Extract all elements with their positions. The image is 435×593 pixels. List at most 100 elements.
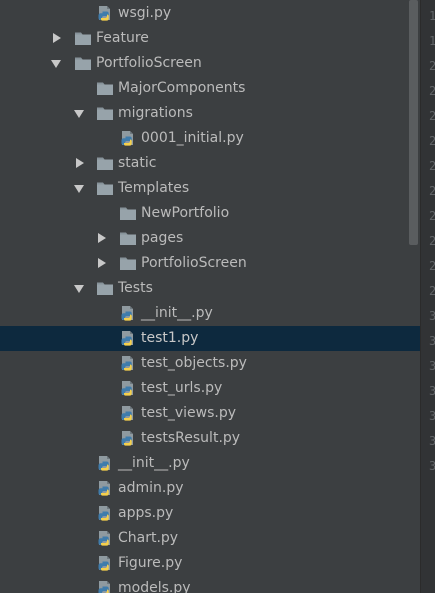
python-file-icon	[96, 530, 114, 547]
line-number: 2	[429, 79, 435, 104]
python-file-icon	[96, 480, 114, 497]
tree-item-label: testsResult.py	[141, 430, 241, 446]
line-number: 3	[429, 379, 435, 404]
folder-icon	[119, 205, 137, 222]
tree-file-row[interactable]: admin.py	[0, 476, 420, 501]
python-file-icon	[96, 555, 114, 572]
tree-item-label: Feature	[96, 30, 149, 46]
folder-icon	[96, 155, 114, 172]
tree-file-row[interactable]: test_views.py	[0, 401, 420, 426]
line-number: 2	[429, 254, 435, 279]
line-number: 3	[429, 454, 435, 479]
project-tree[interactable]: wsgi.py Feature PortfolioScreen MajorCompon…	[0, 0, 420, 593]
editor-line-gutter: 1122222222223333333	[420, 0, 435, 593]
folder-icon	[74, 55, 92, 72]
tree-file-row[interactable]: __init__.py	[0, 451, 420, 476]
python-file-icon	[96, 505, 114, 522]
expand-arrow-right-icon[interactable]	[96, 251, 108, 276]
tree-item-label: test_views.py	[141, 405, 237, 421]
tree-item-label: 0001_initial.py	[141, 130, 244, 146]
python-file-icon	[119, 405, 137, 422]
expand-arrow-down-icon[interactable]	[51, 51, 63, 76]
tree-item-label: admin.py	[118, 480, 184, 496]
expand-arrow-right-icon[interactable]	[74, 151, 86, 176]
tree-file-row[interactable]: test_urls.py	[0, 376, 420, 401]
line-number: 1	[429, 4, 435, 29]
tree-folder-row[interactable]: static	[0, 151, 420, 176]
expand-arrow-down-icon[interactable]	[74, 276, 86, 301]
tree-file-row[interactable]: test1.py	[0, 326, 420, 351]
line-number: 2	[429, 204, 435, 229]
tree-item-label: test_objects.py	[141, 355, 247, 371]
tree-folder-row[interactable]: Tests	[0, 276, 420, 301]
python-file-icon	[119, 130, 137, 147]
tree-item-label: Tests	[118, 280, 153, 296]
tree-file-row[interactable]: apps.py	[0, 501, 420, 526]
folder-icon	[119, 255, 137, 272]
line-number: 3	[429, 404, 435, 429]
python-file-icon	[119, 355, 137, 372]
tree-item-label: __init__.py	[118, 455, 190, 471]
folder-icon	[96, 280, 114, 297]
line-number: 2	[429, 54, 435, 79]
tree-item-label: PortfolioScreen	[96, 55, 202, 71]
tree-file-row[interactable]: test_objects.py	[0, 351, 420, 376]
line-number: 2	[429, 279, 435, 304]
tree-item-label: migrations	[118, 105, 193, 121]
tree-file-row[interactable]: __init__.py	[0, 301, 420, 326]
python-file-icon	[119, 305, 137, 322]
tree-scrollbar[interactable]	[409, 0, 418, 245]
tree-folder-row[interactable]: MajorComponents	[0, 76, 420, 101]
python-file-icon	[119, 380, 137, 397]
python-file-icon	[96, 455, 114, 472]
line-number: 3	[429, 429, 435, 454]
tree-file-row[interactable]: 0001_initial.py	[0, 126, 420, 151]
tree-item-label: test1.py	[141, 330, 199, 346]
line-number: 3	[429, 354, 435, 379]
tree-file-row[interactable]: Figure.py	[0, 551, 420, 576]
tree-item-label: __init__.py	[141, 305, 213, 321]
line-number: 2	[429, 154, 435, 179]
line-number: 2	[429, 104, 435, 129]
line-number: 1	[429, 29, 435, 54]
line-number: 2	[429, 229, 435, 254]
tree-item-label: NewPortfolio	[141, 205, 230, 221]
folder-icon	[74, 30, 92, 47]
python-file-icon	[96, 580, 114, 593]
line-number: 2	[429, 179, 435, 204]
tree-folder-row[interactable]: migrations	[0, 101, 420, 126]
tree-item-label: wsgi.py	[118, 5, 172, 21]
folder-icon	[96, 180, 114, 197]
expand-arrow-down-icon[interactable]	[74, 101, 86, 126]
tree-folder-row[interactable]: Templates	[0, 176, 420, 201]
line-number: 2	[429, 129, 435, 154]
tree-file-row[interactable]: wsgi.py	[0, 1, 420, 26]
tree-folder-row[interactable]: Feature	[0, 26, 420, 51]
tree-folder-row[interactable]: PortfolioScreen	[0, 51, 420, 76]
tree-item-label: Figure.py	[118, 555, 183, 571]
tree-item-label: Chart.py	[118, 530, 179, 546]
tree-folder-row[interactable]: NewPortfolio	[0, 201, 420, 226]
tree-file-row[interactable]: models.py	[0, 576, 420, 593]
expand-arrow-right-icon[interactable]	[51, 26, 63, 51]
tree-file-row[interactable]: testsResult.py	[0, 426, 420, 451]
line-number: 3	[429, 304, 435, 329]
tree-item-label: MajorComponents	[118, 80, 246, 96]
tree-item-label: static	[118, 155, 157, 171]
tree-file-row[interactable]: Chart.py	[0, 526, 420, 551]
python-file-icon	[119, 330, 137, 347]
folder-icon	[119, 230, 137, 247]
tree-item-label: models.py	[118, 580, 191, 593]
line-number: 3	[429, 329, 435, 354]
tree-item-label: PortfolioScreen	[141, 255, 247, 271]
tree-folder-row[interactable]: pages	[0, 226, 420, 251]
tree-item-label: apps.py	[118, 505, 174, 521]
tree-item-label: pages	[141, 230, 184, 246]
expand-arrow-down-icon[interactable]	[74, 176, 86, 201]
python-file-icon	[119, 430, 137, 447]
python-file-icon	[96, 5, 114, 22]
folder-icon	[96, 105, 114, 122]
expand-arrow-right-icon[interactable]	[96, 226, 108, 251]
folder-icon	[96, 80, 114, 97]
tree-folder-row[interactable]: PortfolioScreen	[0, 251, 420, 276]
